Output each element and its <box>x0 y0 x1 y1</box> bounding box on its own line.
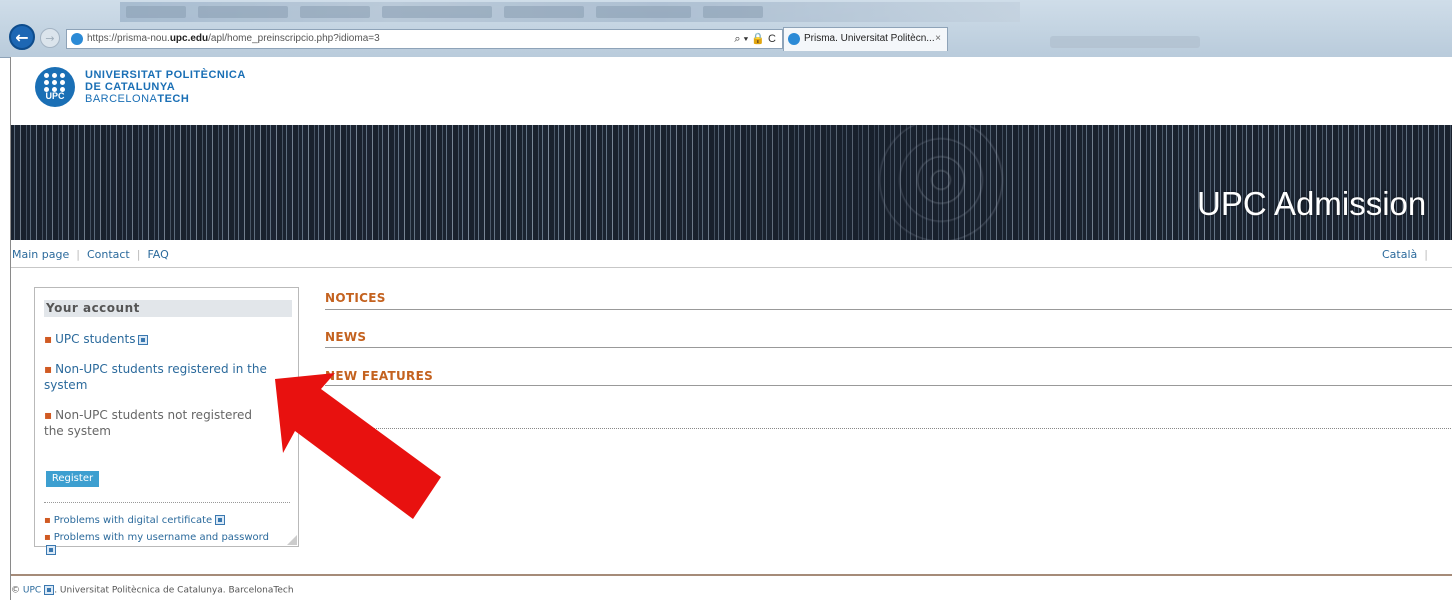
divider <box>44 502 290 503</box>
footer-divider <box>11 574 1452 576</box>
notices-heading[interactable]: NOTICES <box>325 291 386 305</box>
upc-logo-mark: UPC <box>35 67 75 107</box>
url-path: /apl/home_preinscripcio.php?idioma=3 <box>208 33 380 44</box>
digital-certificate-link[interactable]: ▪ Problems with digital certificate <box>44 514 226 527</box>
red-arrow-annotation <box>275 373 441 519</box>
username-password-link[interactable]: ▪ Problems with my username and password <box>44 531 294 557</box>
arrow-right-icon: → <box>45 31 55 45</box>
external-link-icon <box>215 515 226 525</box>
nav-contact[interactable]: Contact <box>87 248 130 261</box>
divider <box>325 309 1452 310</box>
news-heading[interactable]: NEWS <box>325 330 366 344</box>
url-prefix: https://prisma-nou. <box>87 33 170 44</box>
blurred-tab-strip <box>120 2 1020 22</box>
nav-separator: | <box>136 248 141 261</box>
nav-main-page[interactable]: Main page <box>12 248 69 261</box>
browser-chrome: ← → https://prisma-nou.upc.edu/apl/home_… <box>0 0 1452 58</box>
upc-students-link[interactable]: ▪ UPC students <box>44 331 149 347</box>
not-registered-students-text: ▪ Non-UPC students not registered the sys… <box>44 408 253 438</box>
logo-text: UNIVERSITAT POLITÈCNICA DE CATALUNYA BAR… <box>85 69 246 105</box>
divider <box>325 428 1452 429</box>
register-button[interactable]: Register <box>46 471 99 487</box>
footer-upc-link[interactable]: UPC <box>23 586 41 596</box>
ie-icon <box>788 33 800 45</box>
account-title: Your account <box>44 300 292 317</box>
external-link-icon <box>44 585 55 595</box>
browser-tab[interactable]: Prisma. Universitat Politècn... × <box>783 27 948 51</box>
registered-students-link[interactable]: ▪ Non-UPC students registered in the syst… <box>44 361 267 393</box>
footer: © UPC . Universitat Politècnica de Catalu… <box>11 585 294 596</box>
forward-button[interactable]: → <box>40 28 60 48</box>
banner-title: UPC Admission <box>1197 185 1427 222</box>
nav-faq[interactable]: FAQ <box>147 248 168 261</box>
footer-text: . Universitat Politècnica de Catalunya. … <box>54 585 294 596</box>
ie-icon <box>71 33 83 45</box>
blurred-toolbar <box>1050 36 1200 48</box>
page: UPC UNIVERSITAT POLITÈCNICA DE CATALUNYA… <box>10 57 1452 600</box>
logo-mark-text: UPC <box>45 91 65 101</box>
address-bar[interactable]: https://prisma-nou.upc.edu/apl/home_prei… <box>66 29 783 49</box>
external-link-icon <box>46 545 56 555</box>
header-banner: UPC Admission <box>11 125 1452 240</box>
logo-line2: DE CATALUNYA <box>85 81 176 93</box>
external-link-icon <box>138 334 149 345</box>
logo-line3-light: BARCELONA <box>85 93 158 105</box>
copyright-symbol: © <box>11 585 20 596</box>
divider <box>325 385 1452 386</box>
url-domain: upc.edu <box>169 33 209 44</box>
address-tools[interactable]: ⌕ ▾ 🔒 C <box>734 30 776 48</box>
back-button[interactable]: ← <box>9 24 35 50</box>
nav-bar: Main page | Contact | FAQ Català | <box>11 243 1452 268</box>
close-icon[interactable]: × <box>935 28 941 50</box>
nav-separator: | <box>1424 248 1428 261</box>
tab-title: Prisma. Universitat Politècn... <box>804 33 935 44</box>
arrow-left-icon: ← <box>15 27 29 47</box>
logo-line1: UNIVERSITAT POLITÈCNICA <box>85 69 246 81</box>
language-link[interactable]: Català <box>1382 248 1417 261</box>
logo-line3-bold: TECH <box>157 93 190 105</box>
divider <box>325 347 1452 348</box>
account-panel: Your account ▪ UPC students ▪ Non-UPC stud… <box>34 287 299 555</box>
nav-separator: | <box>76 248 80 261</box>
